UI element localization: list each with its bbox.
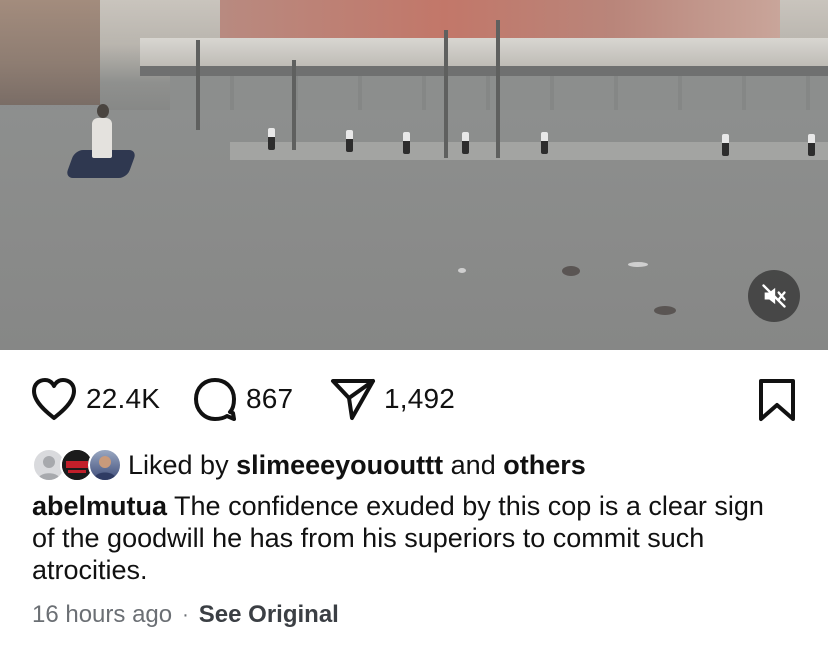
post-meta-row: 16 hours ago · See Original [32, 598, 339, 632]
video-lamp-post [496, 20, 500, 158]
post-video[interactable] [0, 0, 828, 350]
comment-icon [194, 378, 236, 421]
like-count: 22.4K [86, 383, 161, 414]
video-sidewalk [230, 142, 828, 160]
person-avatar-icon [94, 456, 116, 480]
liked-by-joiner: and [450, 449, 496, 480]
save-button[interactable] [756, 378, 798, 422]
post-timestamp: 16 hours ago [32, 601, 173, 628]
bookmark-icon [759, 379, 795, 421]
video-bollard [541, 132, 548, 154]
video-bollard [462, 132, 469, 154]
video-awning-shadow [140, 66, 828, 76]
heart-icon [32, 378, 76, 420]
video-debris [628, 262, 648, 267]
video-debris [458, 268, 466, 273]
like-button[interactable]: 22.4K [30, 372, 160, 426]
video-building-left [0, 0, 110, 105]
caption-username[interactable]: abelmutua [32, 491, 167, 521]
liked-by-user-link[interactable]: slimeeeyououttt [236, 450, 443, 480]
video-lamp-post [196, 40, 200, 130]
liked-by-others-link[interactable]: others [503, 450, 586, 480]
video-bollard [268, 128, 275, 150]
liked-by-prefix: Liked by [128, 449, 229, 480]
video-debris [654, 306, 676, 315]
post-actions-bar: 22.4K 867 1,492 [0, 372, 828, 426]
video-signboard [220, 0, 780, 42]
video-lamp-post [444, 30, 448, 158]
liked-by-text: Liked by slimeeeyououttt and others [128, 450, 586, 481]
video-lamp-post [292, 60, 296, 150]
video-debris [562, 266, 580, 276]
video-person-head [97, 104, 109, 118]
avatar [88, 448, 122, 482]
meta-separator: · [182, 603, 189, 626]
video-bollard [346, 130, 353, 152]
speaker-muted-icon [762, 284, 786, 308]
share-button[interactable]: 1,492 [330, 372, 455, 426]
video-person-body [92, 118, 112, 158]
comment-button[interactable]: 867 [192, 372, 293, 426]
post-caption: abelmutua The confidence exuded by this … [32, 490, 792, 586]
video-bollard [722, 134, 729, 156]
share-icon [331, 379, 375, 420]
video-bollard [403, 132, 410, 154]
see-original-link[interactable]: See Original [199, 601, 339, 629]
liker-avatars [32, 446, 124, 484]
share-count: 1,492 [384, 383, 456, 414]
comment-count: 867 [246, 383, 294, 414]
video-bollard [808, 134, 815, 156]
mute-button[interactable] [748, 270, 800, 322]
liked-by-row[interactable]: Liked by slimeeeyououttt and others [32, 446, 586, 484]
video-awning [140, 38, 828, 68]
